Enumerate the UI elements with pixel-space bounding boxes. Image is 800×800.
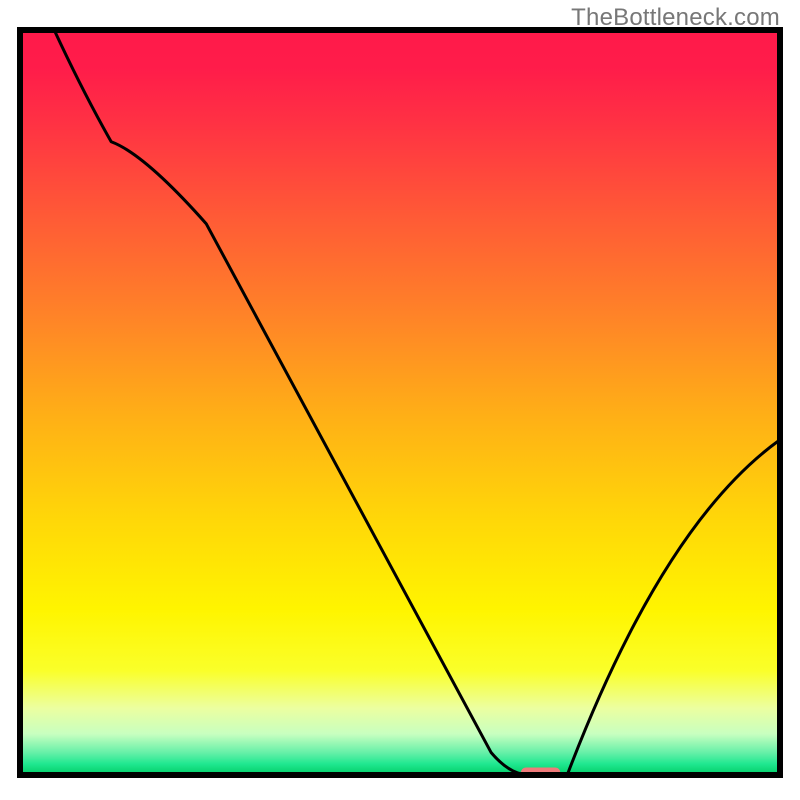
gradient-background: [20, 30, 780, 775]
chart-container: TheBottleneck.com: [0, 0, 800, 800]
bottleneck-chart: [0, 0, 800, 800]
watermark-text: TheBottleneck.com: [571, 4, 780, 32]
